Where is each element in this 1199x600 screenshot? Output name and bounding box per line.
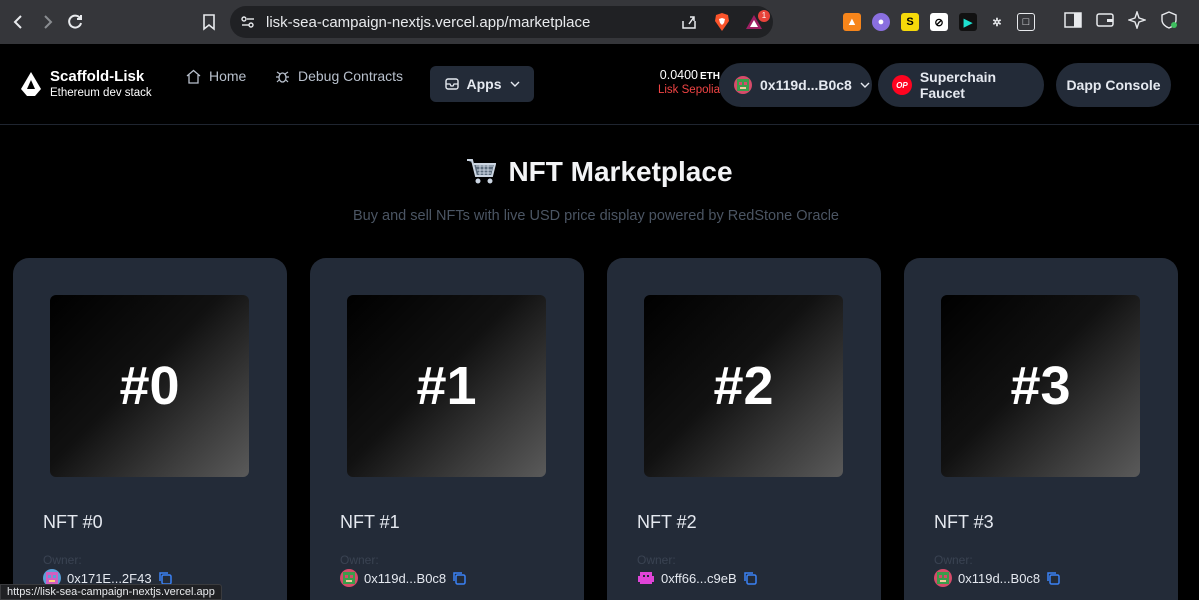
dapp-console-label: Dapp Console <box>1066 77 1161 93</box>
vpn-icon[interactable] <box>1159 10 1179 30</box>
extension-icon[interactable]: ⊘ <box>930 13 948 31</box>
app-header: Scaffold-Lisk Ethereum dev stack Home De… <box>0 44 1199 125</box>
back-button[interactable] <box>4 7 34 37</box>
faucet-label: Superchain Faucet <box>919 69 997 101</box>
owner-label: Owner: <box>637 553 676 567</box>
owner-address-row: 0x119d...B0c8 <box>934 569 1060 587</box>
address-bar[interactable]: lisk-sea-campaign-nextjs.vercel.app/mark… <box>230 6 773 38</box>
apps-dropdown-button[interactable]: Apps <box>430 66 534 102</box>
reload-icon <box>68 14 82 29</box>
extensions-bar: ▲ ● S ⊘ ▶ ✲ □ <box>843 10 1035 34</box>
owner-label: Owner: <box>43 553 82 567</box>
page-title: NFT Marketplace <box>0 156 1199 188</box>
url-text: lisk-sea-campaign-nextjs.vercel.app/mark… <box>266 13 591 31</box>
owner-avatar <box>637 569 655 587</box>
wallet-extension-icon[interactable]: S <box>901 13 919 31</box>
nft-image: #2 <box>644 295 843 477</box>
nav-home[interactable]: Home <box>186 68 246 84</box>
brand[interactable]: Scaffold-Lisk Ethereum dev stack <box>20 68 152 99</box>
nft-image-label: #2 <box>713 356 774 416</box>
copy-icon[interactable] <box>158 571 172 585</box>
screenshot-icon[interactable]: □ <box>1017 13 1035 31</box>
leo-ai-icon[interactable] <box>1127 10 1147 30</box>
nft-name: NFT #0 <box>43 512 103 532</box>
owner-avatar <box>934 569 952 587</box>
page-subtitle: Buy and sell NFTs with live USD price di… <box>353 208 839 224</box>
nav-debug-contracts[interactable]: Debug Contracts <box>275 68 403 84</box>
menu-icon[interactable] <box>1191 10 1199 30</box>
copy-icon[interactable] <box>1046 571 1060 585</box>
apps-label: Apps <box>466 76 502 92</box>
home-icon <box>186 69 201 84</box>
superchain-faucet-button[interactable]: OP Superchain Faucet <box>878 63 1044 107</box>
network-name: Lisk Sepolia <box>657 84 720 96</box>
brand-title: Scaffold-Lisk <box>50 68 145 85</box>
optimism-icon: OP <box>892 75 912 95</box>
nav-home-label: Home <box>209 68 247 84</box>
dapp-console-button[interactable]: Dapp Console <box>1056 63 1171 107</box>
owner-label: Owner: <box>340 553 379 567</box>
account-avatar <box>734 76 752 94</box>
chevron-down-icon <box>860 82 870 88</box>
owner-address: 0x119d...B0c8 <box>364 570 447 586</box>
bug-icon <box>276 71 289 83</box>
chevron-down-icon <box>510 81 519 87</box>
inbox-icon <box>444 78 459 90</box>
balance-display: 0.0400 ETH Lisk Sepolia <box>620 68 720 96</box>
ghost-extension-icon[interactable]: ● <box>872 13 890 31</box>
share-icon[interactable] <box>680 13 698 31</box>
play-extension-icon[interactable]: ▶ <box>959 13 977 31</box>
reload-button[interactable] <box>60 7 90 37</box>
nav-debug-label: Debug Contracts <box>298 68 404 84</box>
balance-value: 0.0400 <box>659 68 698 82</box>
balance-unit: ETH <box>700 71 720 82</box>
owner-label: Owner: <box>934 553 973 567</box>
nft-image: #3 <box>941 295 1140 477</box>
page-title-text: NFT Marketplace <box>508 156 733 187</box>
account-button[interactable]: 0x119d...B0c8 <box>719 63 872 107</box>
status-url-tooltip: https://lisk-sea-campaign-nextjs.vercel.… <box>0 584 222 600</box>
site-settings-icon[interactable] <box>240 14 256 30</box>
bookmark-button[interactable] <box>198 10 220 34</box>
nft-name: NFT #1 <box>340 512 400 532</box>
nft-image: #0 <box>50 295 249 477</box>
wallet-icon[interactable] <box>1095 10 1115 30</box>
nft-card[interactable]: #1 NFT #1 Owner: 0x119d...B0c8 <box>310 258 584 600</box>
nft-card[interactable]: #0 NFT #0 Owner: 0x171E...2F43 <box>13 258 287 600</box>
copy-icon[interactable] <box>743 571 757 585</box>
rewards-badge: 1 <box>758 10 770 22</box>
nft-name: NFT #3 <box>934 512 994 532</box>
owner-address-row: 0x119d...B0c8 <box>340 569 466 587</box>
owner-address-row: 0xff66...c9eB <box>637 569 757 587</box>
forward-button[interactable] <box>32 7 62 37</box>
browser-toolbar: lisk-sea-campaign-nextjs.vercel.app/mark… <box>0 0 1199 44</box>
owner-address: 0xff66...c9eB <box>661 570 737 586</box>
shopping-cart-icon <box>467 159 497 184</box>
owner-address: 0x119d...B0c8 <box>958 570 1041 586</box>
chevron-right-icon <box>44 15 53 29</box>
nft-card[interactable]: #3 NFT #3 Owner: 0x119d...B0c8 <box>904 258 1178 600</box>
nft-card[interactable]: #2 NFT #2 Owner: 0xff66...c9eB <box>607 258 881 600</box>
account-address: 0x119d...B0c8 <box>760 77 852 93</box>
nft-image: #1 <box>347 295 546 477</box>
chevron-left-icon <box>13 15 22 29</box>
nft-image-label: #0 <box>119 356 180 416</box>
brand-subtitle: Ethereum dev stack <box>50 87 152 99</box>
nft-image-label: #3 <box>1010 356 1071 416</box>
metamask-icon[interactable]: ▲ <box>843 13 861 31</box>
browser-actions <box>1063 10 1199 30</box>
copy-icon[interactable] <box>452 571 466 585</box>
puzzle-icon[interactable]: ✲ <box>988 13 1006 31</box>
bookmark-icon <box>203 13 215 31</box>
brave-shields-icon[interactable] <box>712 12 732 32</box>
owner-avatar <box>340 569 358 587</box>
nft-image-label: #1 <box>416 356 477 416</box>
nft-name: NFT #2 <box>637 512 697 532</box>
sidebar-icon[interactable] <box>1063 10 1083 30</box>
lisk-logo-icon <box>21 71 41 96</box>
